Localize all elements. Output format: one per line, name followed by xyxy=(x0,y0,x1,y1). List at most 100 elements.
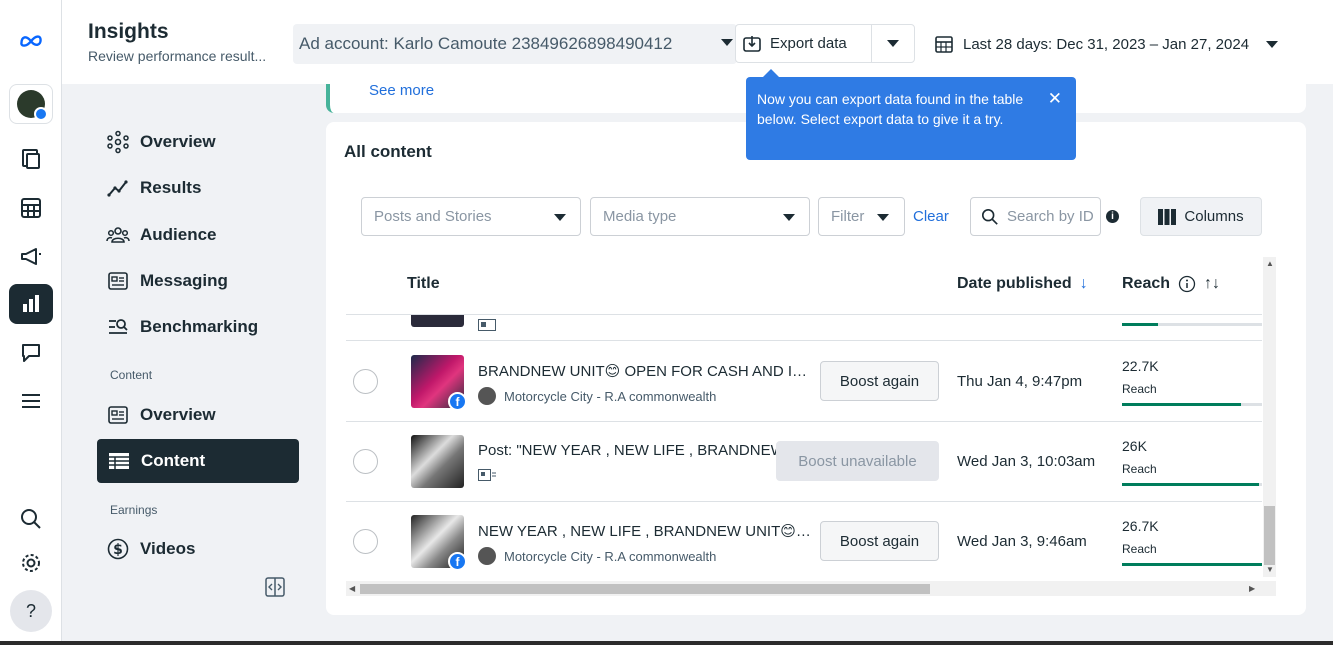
help-icon: ? xyxy=(25,600,36,621)
column-header-date-published[interactable]: Date published ↓ xyxy=(957,275,1088,293)
reach-bar xyxy=(1122,563,1262,566)
page-avatar-icon[interactable] xyxy=(9,84,53,124)
nav-item-messaging[interactable]: Messaging xyxy=(106,269,228,293)
nav-item-overview[interactable]: Overview xyxy=(106,130,216,154)
reach-label: Reach xyxy=(1122,462,1157,476)
column-header-title[interactable]: Title xyxy=(407,275,440,293)
search-placeholder: Search by ID xyxy=(1007,208,1094,225)
settings-gear-icon[interactable] xyxy=(9,543,53,583)
columns-button[interactable]: Columns xyxy=(1140,197,1262,236)
grid-icon[interactable] xyxy=(9,188,53,228)
media-type-icon xyxy=(478,469,496,481)
calendar-icon xyxy=(935,36,953,53)
post-thumbnail[interactable] xyxy=(411,435,464,488)
scroll-down-arrow[interactable]: ▼ xyxy=(1266,565,1274,574)
info-icon[interactable]: i xyxy=(1106,210,1119,223)
message-icon xyxy=(108,272,128,290)
clear-filters-link[interactable]: Clear xyxy=(913,208,949,225)
close-icon[interactable]: ✕ xyxy=(1048,89,1062,109)
nav-item-content[interactable]: Content xyxy=(97,439,299,483)
page-name: Motorcycle City - R.A commonwealth xyxy=(504,548,717,564)
nav-item-benchmarking[interactable]: Benchmarking xyxy=(106,315,258,339)
scroll-left-arrow[interactable]: ◀ xyxy=(349,584,355,593)
scrollbar-thumb[interactable] xyxy=(1264,506,1275,565)
column-header-reach[interactable]: Reach ↑↓ xyxy=(1122,275,1220,293)
date-published: Thu Jan 4, 9:47pm xyxy=(957,373,1083,390)
nav-item-results[interactable]: Results xyxy=(106,176,201,200)
boost-again-button[interactable]: Boost again xyxy=(820,361,939,401)
help-button[interactable]: ? xyxy=(10,590,52,632)
nav-item-label: Content xyxy=(141,451,206,470)
post-title[interactable]: NEW YEAR , NEW LIFE , BRANDNEW UNIT😊 OPE… xyxy=(478,522,813,540)
chevron-down-icon xyxy=(783,214,795,221)
boost-again-button[interactable]: Boost again xyxy=(820,521,939,561)
scrollbar-thumb[interactable] xyxy=(360,584,930,594)
insights-nav: Overview Results Audience Messaging Benc… xyxy=(62,84,314,645)
export-data-tooltip: Now you can export data found in the tab… xyxy=(746,69,1076,160)
post-title[interactable]: Post: "NEW YEAR , NEW LIFE , BRANDNEW UN… xyxy=(478,442,813,459)
export-data-button[interactable]: Export data xyxy=(736,25,872,62)
table-row[interactable]: f BRANDNEW UNIT😊 OPEN FOR CASH AND INSTA… xyxy=(346,342,1262,422)
media-type-dropdown[interactable]: Media type xyxy=(590,197,810,236)
meta-logo-icon[interactable] xyxy=(9,20,53,60)
table-row[interactable]: Post: "NEW YEAR , NEW LIFE , BRANDNEW UN… xyxy=(346,422,1262,502)
column-header-label: Date published xyxy=(957,275,1072,292)
card-title: All content xyxy=(344,142,432,161)
row-select-radio[interactable] xyxy=(353,529,378,554)
info-circle-icon[interactable] xyxy=(1178,275,1196,293)
scroll-up-arrow[interactable]: ▲ xyxy=(1266,259,1274,268)
export-options-dropdown[interactable] xyxy=(872,40,914,47)
sort-icon[interactable]: ↑↓ xyxy=(1204,275,1220,293)
ad-account-selector[interactable]: Ad account: Karlo Camoute 23849626898490… xyxy=(293,24,737,64)
collapse-sidebar-icon[interactable] xyxy=(264,576,286,598)
vertical-scrollbar[interactable]: ▲ ▼ xyxy=(1263,257,1276,577)
row-select-radio[interactable] xyxy=(353,449,378,474)
nav-item-videos[interactable]: $ Videos xyxy=(106,537,195,561)
page-name: Motorcycle City - R.A commonwealth xyxy=(504,388,717,404)
table-header: Title Date published ↓ Reach ↑↓ xyxy=(346,257,1262,315)
dollar-icon: $ xyxy=(107,538,129,560)
page-title: Insights xyxy=(88,20,169,43)
reach-label: Reach xyxy=(1122,542,1157,556)
facebook-icon: f xyxy=(448,392,467,411)
table-icon xyxy=(109,453,129,469)
inbox-icon[interactable] xyxy=(9,333,53,373)
date-published: Wed Jan 3, 9:46am xyxy=(957,533,1087,550)
search-by-id-input[interactable]: Search by ID xyxy=(970,197,1101,236)
reach-value: 26K xyxy=(1122,438,1147,454)
menu-icon[interactable] xyxy=(9,381,53,421)
reach-bar-fill xyxy=(1122,563,1262,566)
date-range-picker[interactable]: Last 28 days: Dec 31, 2023 – Jan 27, 202… xyxy=(934,24,1279,64)
megaphone-icon[interactable] xyxy=(9,236,53,276)
chevron-down-icon xyxy=(887,40,899,47)
trend-icon xyxy=(107,180,128,197)
chevron-down-icon xyxy=(721,39,733,46)
svg-text:$: $ xyxy=(113,542,123,558)
table-row[interactable]: f NEW YEAR , NEW LIFE , BRANDNEW UNIT😊 O… xyxy=(346,502,1262,581)
reach-bar xyxy=(1122,323,1262,326)
post-title[interactable]: BRANDNEW UNIT😊 OPEN FOR CASH AND INSTALL… xyxy=(478,362,813,380)
horizontal-scrollbar[interactable]: ◀ ▶ xyxy=(346,581,1276,596)
reach-value: 22.7K xyxy=(1122,358,1159,374)
pages-icon[interactable] xyxy=(9,139,53,179)
insights-icon[interactable] xyxy=(9,284,53,324)
posts-and-stories-dropdown[interactable]: Posts and Stories xyxy=(361,197,581,236)
facebook-icon: f xyxy=(448,552,467,571)
date-range-label: Last 28 days: Dec 31, 2023 – Jan 27, 202… xyxy=(963,35,1250,53)
search-icon[interactable] xyxy=(9,499,53,539)
nav-section-content: Content xyxy=(110,368,153,382)
see-more-link[interactable]: See more xyxy=(369,82,434,99)
chevron-down-icon xyxy=(1266,40,1279,48)
post-thumbnail xyxy=(411,315,464,327)
filter-dropdown[interactable]: Filter xyxy=(818,197,905,236)
page-subtitle: Review performance result... xyxy=(88,48,267,64)
nav-item-label: Overview xyxy=(140,405,216,424)
scroll-right-arrow[interactable]: ▶ xyxy=(1249,584,1255,593)
download-icon xyxy=(743,35,761,52)
nav-item-audience[interactable]: Audience xyxy=(106,223,217,247)
row-select-radio[interactable] xyxy=(353,369,378,394)
columns-label: Columns xyxy=(1184,208,1244,225)
column-header-label: Reach xyxy=(1122,275,1171,292)
nav-item-content-overview[interactable]: Overview xyxy=(106,403,216,427)
arrow-down-icon: ↓ xyxy=(1079,275,1088,292)
